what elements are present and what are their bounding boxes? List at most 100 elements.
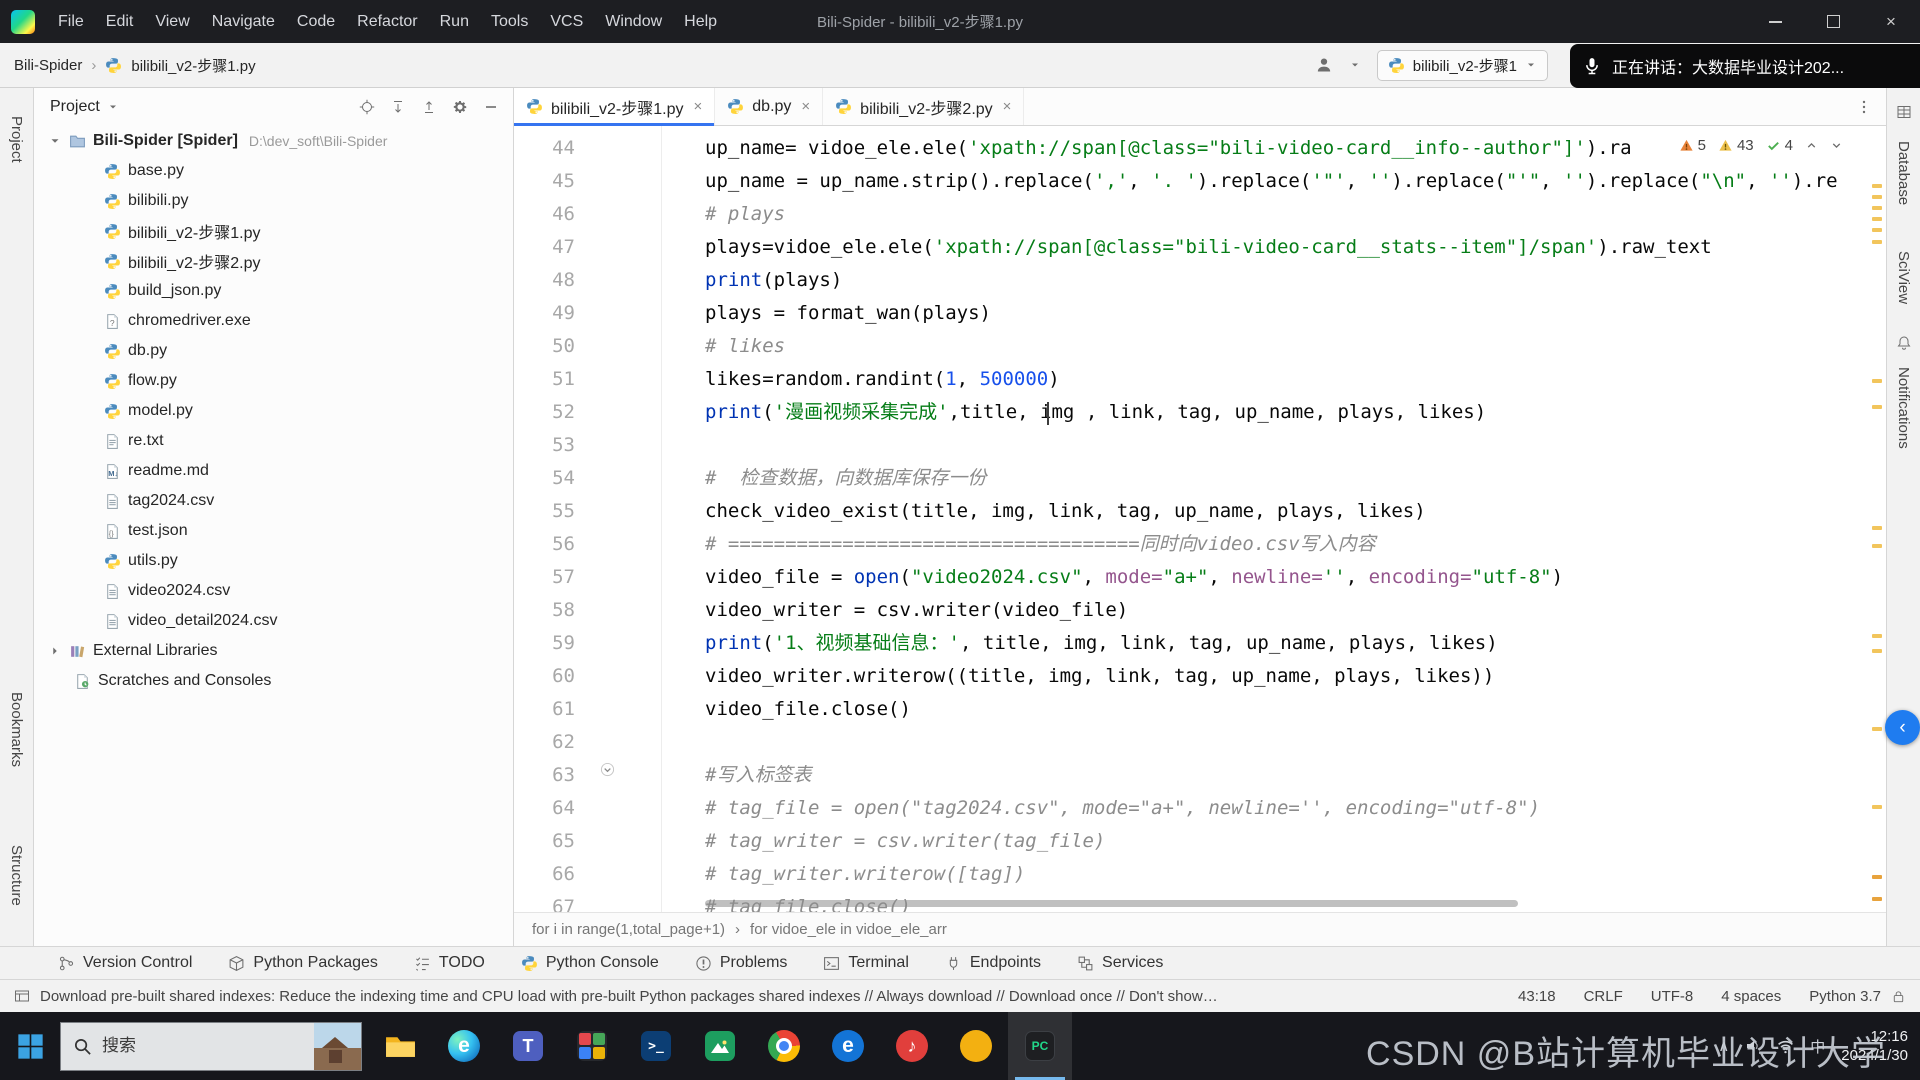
stripe-warning-mark[interactable] <box>1872 634 1882 638</box>
toolwindow-python-console[interactable]: Python Console <box>521 954 659 972</box>
settings-icon[interactable] <box>452 99 468 115</box>
stripe-warning-mark[interactable] <box>1872 206 1882 210</box>
tray-expand[interactable]: ∧ <box>1718 1037 1729 1055</box>
menu-file[interactable]: File <box>47 8 95 36</box>
taskbar-clock[interactable]: 12:162024/1/30 <box>1841 1027 1908 1066</box>
toolwindow-terminal[interactable]: Terminal <box>823 954 908 972</box>
tree-item[interactable]: build_json.py <box>34 276 513 306</box>
code-line[interactable]: 62 <box>514 726 1868 759</box>
taskbar-app-app-yellow[interactable] <box>944 1012 1008 1080</box>
menu-view[interactable]: View <box>144 8 200 36</box>
tree-item[interactable]: flow.py <box>34 366 513 396</box>
code-line[interactable]: 63#写入标签表 <box>514 759 1868 792</box>
status-item[interactable]: UTF-8 <box>1651 988 1694 1005</box>
stripe-warning-mark[interactable] <box>1872 195 1882 199</box>
menu-tools[interactable]: Tools <box>480 8 539 36</box>
database-grid-icon[interactable] <box>1896 104 1912 120</box>
tree-item[interactable]: model.py <box>34 396 513 426</box>
menu-run[interactable]: Run <box>429 8 480 36</box>
menu-refactor[interactable]: Refactor <box>346 8 428 36</box>
stripe-warning-mark[interactable] <box>1872 805 1882 809</box>
toolwindow-endpoints[interactable]: Endpoints <box>945 954 1041 972</box>
tree-item[interactable]: db.py <box>34 336 513 366</box>
taskbar-app-powershell[interactable]: >_ <box>624 1012 688 1080</box>
editor-tab[interactable]: bilibili_v2-步骤1.py× <box>514 88 715 125</box>
tree-item[interactable]: bilibili_v2-步骤2.py <box>34 246 513 276</box>
menu-vcs[interactable]: VCS <box>539 8 594 36</box>
tree-item[interactable]: External Libraries <box>34 636 513 666</box>
code-line[interactable]: 49plays = format_wan(plays) <box>514 297 1868 330</box>
toolwindow-services[interactable]: Services <box>1077 954 1163 972</box>
run-configuration-select[interactable]: bilibili_v2-步骤1 <box>1377 50 1548 81</box>
code-line[interactable]: 45up_name = up_name.strip().replace(',',… <box>514 165 1868 198</box>
breadcrumb-item[interactable]: for i in range(1,total_page+1) <box>532 921 725 938</box>
taskbar-app-edge[interactable]: e <box>432 1012 496 1080</box>
tab-options[interactable] <box>1842 88 1886 125</box>
stripe-warning-mark[interactable] <box>1872 405 1882 409</box>
chevron-up-icon[interactable] <box>1805 139 1818 152</box>
stripe-warning-mark[interactable] <box>1872 240 1882 244</box>
tree-item[interactable]: bilibili_v2-步骤1.py <box>34 216 513 246</box>
code-line[interactable]: 55check_video_exist(title, img, link, ta… <box>514 495 1868 528</box>
code-line[interactable]: 46# plays <box>514 198 1868 231</box>
locate-file-icon[interactable] <box>359 99 375 115</box>
editor-tab[interactable]: db.py× <box>715 88 823 125</box>
stripe-warning-mark[interactable] <box>1872 526 1882 530</box>
close-button[interactable]: × <box>1862 0 1920 43</box>
menu-window[interactable]: Window <box>594 8 673 36</box>
toolwindow-problems[interactable]: Problems <box>695 954 788 972</box>
stripe-warning-mark[interactable] <box>1872 379 1882 383</box>
chevron-down-icon[interactable] <box>1830 139 1843 152</box>
taskbar-app-music-red[interactable]: ♪ <box>880 1012 944 1080</box>
tree-item[interactable]: ?chromedriver.exe <box>34 306 513 336</box>
status-message[interactable]: Download pre-built shared indexes: Reduc… <box>40 988 1220 1005</box>
inspections-widget[interactable]: 5 43 4 <box>1670 134 1852 157</box>
code-line[interactable]: 61video_file.close() <box>514 693 1868 726</box>
tree-item[interactable]: Scratches and Consoles <box>34 666 513 696</box>
tool-strip-sciview[interactable]: SciView <box>1895 251 1912 304</box>
menu-code[interactable]: Code <box>286 8 346 36</box>
code-line[interactable]: 44up_name= vidoe_ele.ele('xpath://span[@… <box>514 132 1868 165</box>
network-icon[interactable] <box>1777 1039 1794 1054</box>
horizontal-scrollbar[interactable] <box>705 900 1518 907</box>
tool-strip-structure[interactable]: Structure <box>8 845 25 906</box>
expand-all-icon[interactable] <box>390 99 406 115</box>
code-line[interactable]: 58video_writer = csv.writer(video_file) <box>514 594 1868 627</box>
tab-close[interactable]: × <box>694 98 703 115</box>
taskbar-app-edge-blue[interactable]: e <box>816 1012 880 1080</box>
tree-item[interactable]: video2024.csv <box>34 576 513 606</box>
ime-indicator[interactable]: 中 <box>1810 1036 1825 1057</box>
menu-help[interactable]: Help <box>673 8 728 36</box>
editor-tab[interactable]: bilibili_v2-步骤2.py× <box>823 88 1024 125</box>
minimize-button[interactable] <box>1746 0 1804 43</box>
tree-item[interactable]: base.py <box>34 156 513 186</box>
tool-strip-bookmarks[interactable]: Bookmarks <box>8 692 25 767</box>
code-line[interactable]: 52print('漫画视频采集完成',title, img , link, ta… <box>514 396 1868 429</box>
stripe-warning-mark[interactable] <box>1872 897 1882 901</box>
project-panel-title[interactable]: Project <box>50 98 100 116</box>
toolwindow-version-control[interactable]: Version Control <box>58 954 192 972</box>
tool-strip-project[interactable]: Project <box>8 116 25 163</box>
menu-edit[interactable]: Edit <box>95 8 145 36</box>
tree-root[interactable]: Bili-Spider [Spider]D:\dev_soft\Bili-Spi… <box>34 126 513 156</box>
code-line[interactable]: 57video_file = open("video2024.csv", mod… <box>514 561 1868 594</box>
code-line[interactable]: 48print(plays) <box>514 264 1868 297</box>
breadcrumb-project[interactable]: Bili-Spider <box>14 57 82 74</box>
floating-recorder-button[interactable]: ‹ <box>1885 710 1920 745</box>
stripe-warning-mark[interactable] <box>1872 649 1882 653</box>
taskbar-app-gallery[interactable] <box>688 1012 752 1080</box>
code-line[interactable]: 50# likes <box>514 330 1868 363</box>
code-line[interactable]: 47plays=vidoe_ele.ele('xpath://span[@cla… <box>514 231 1868 264</box>
tree-item[interactable]: bilibili.py <box>34 186 513 216</box>
tree-item[interactable]: M↓readme.md <box>34 456 513 486</box>
tool-strip-notifications[interactable]: Notifications <box>1895 367 1912 449</box>
stripe-warning-mark[interactable] <box>1872 184 1882 188</box>
status-item[interactable]: CRLF <box>1584 988 1623 1005</box>
status-item[interactable]: 4 spaces <box>1721 988 1781 1005</box>
stripe-warning-mark[interactable] <box>1872 875 1882 879</box>
taskbar-app-chrome[interactable] <box>752 1012 816 1080</box>
menu-navigate[interactable]: Navigate <box>201 8 286 36</box>
breadcrumb-file[interactable]: bilibili_v2-步骤1.py <box>131 55 255 76</box>
status-item[interactable]: Python 3.7 <box>1809 988 1881 1005</box>
status-item[interactable]: 43:18 <box>1518 988 1556 1005</box>
